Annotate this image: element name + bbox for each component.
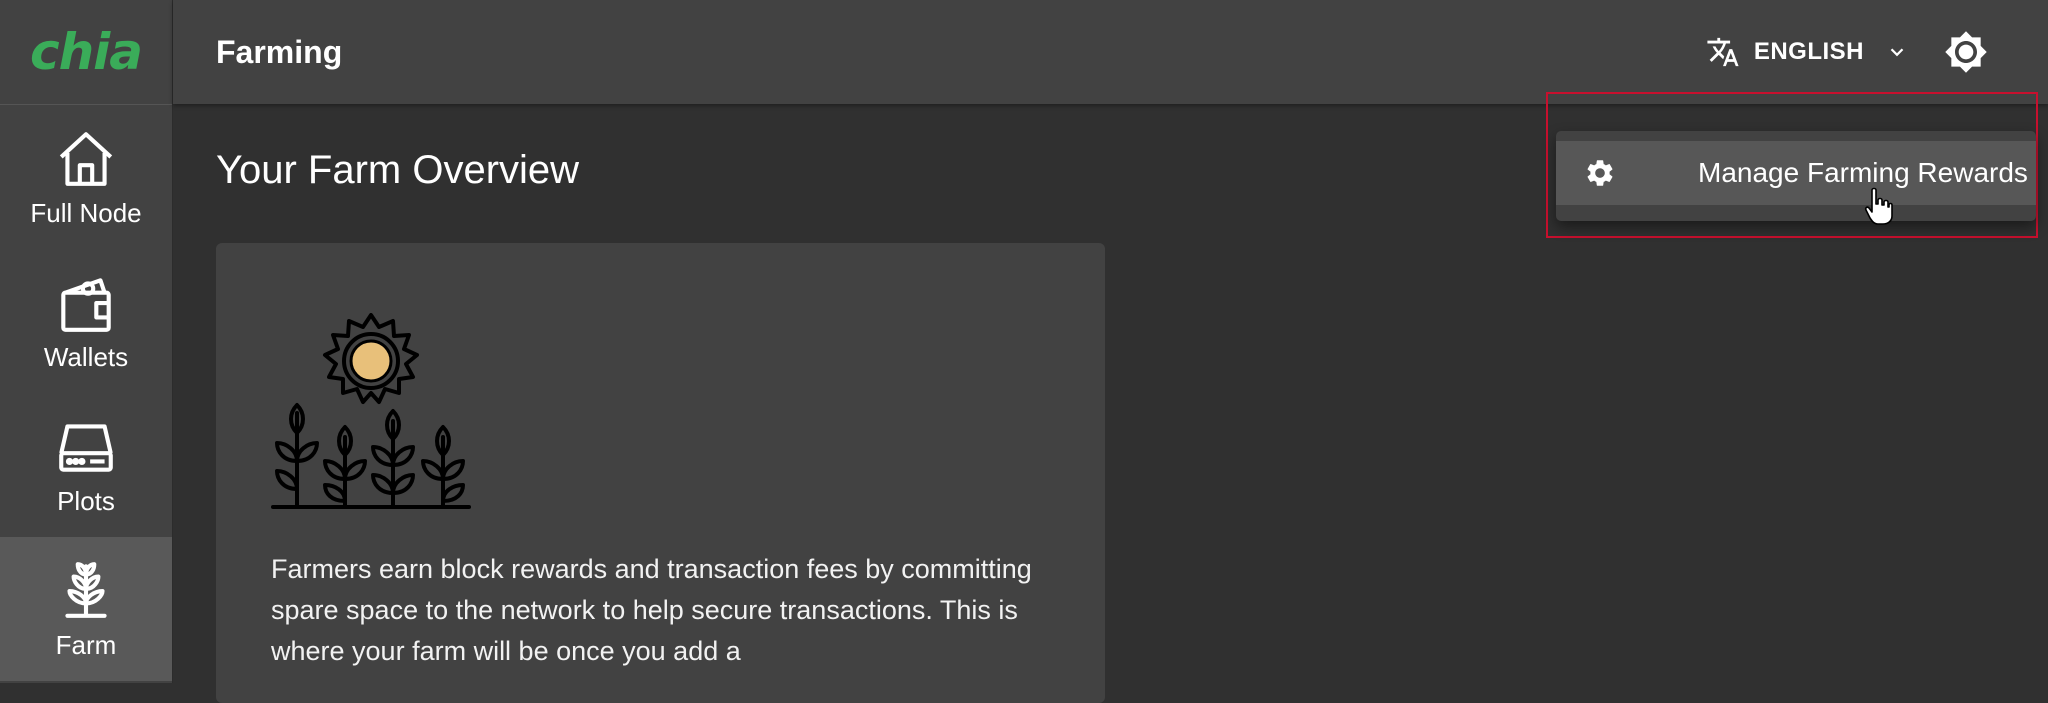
language-selector[interactable]: ENGLISH — [1706, 28, 1908, 76]
manage-farming-rewards-item[interactable]: Manage Farming Rewards — [1556, 141, 2036, 205]
sprout-icon — [65, 561, 107, 618]
sidebar-item-plots[interactable]: Plots — [0, 393, 172, 537]
menu-item-label: Manage Farming Rewards — [1698, 157, 2028, 188]
wallet-icon — [61, 277, 111, 332]
chevron-down-icon — [1890, 48, 1904, 57]
page-heading: Your Farm Overview — [216, 148, 580, 192]
sidebar-item-full-node[interactable]: Full Node — [0, 105, 172, 249]
hand-cursor-icon — [1864, 187, 1893, 225]
sidebar-item-label: Plots — [57, 485, 115, 516]
theme-toggle-button[interactable] — [1942, 28, 1990, 76]
translate-icon — [1707, 37, 1739, 67]
logo[interactable]: chia — [0, 0, 172, 105]
farm-description-text: Farmers earn block rewards and transacti… — [271, 554, 1032, 666]
sidebar-item-farm[interactable]: Farm — [0, 537, 172, 681]
sidebar: chia Full Node Wallets Plots Farm — [0, 0, 173, 683]
sidebar-item-wallets[interactable]: Wallets — [0, 249, 172, 393]
sun-and-plants-illustration — [271, 313, 471, 509]
gear-icon — [1587, 160, 1613, 186]
page-title: Farming — [216, 33, 343, 70]
brightness-icon — [1945, 31, 1987, 73]
sidebar-item-label: Farm — [55, 629, 117, 660]
sidebar-item-label: Wallets — [43, 341, 129, 372]
home-icon — [59, 131, 113, 186]
logo-text: chia — [29, 23, 143, 81]
farm-overview-card: Farmers earn block rewards and transacti… — [216, 243, 1105, 703]
hard-drive-icon — [59, 423, 113, 472]
language-label: ENGLISH — [1753, 38, 1864, 65]
sidebar-item-label: Full Node — [30, 197, 142, 228]
top-app-bar: Farming ENGLISH — [173, 0, 2048, 104]
farm-actions-menu: Manage Farming Rewards — [1556, 131, 2036, 221]
